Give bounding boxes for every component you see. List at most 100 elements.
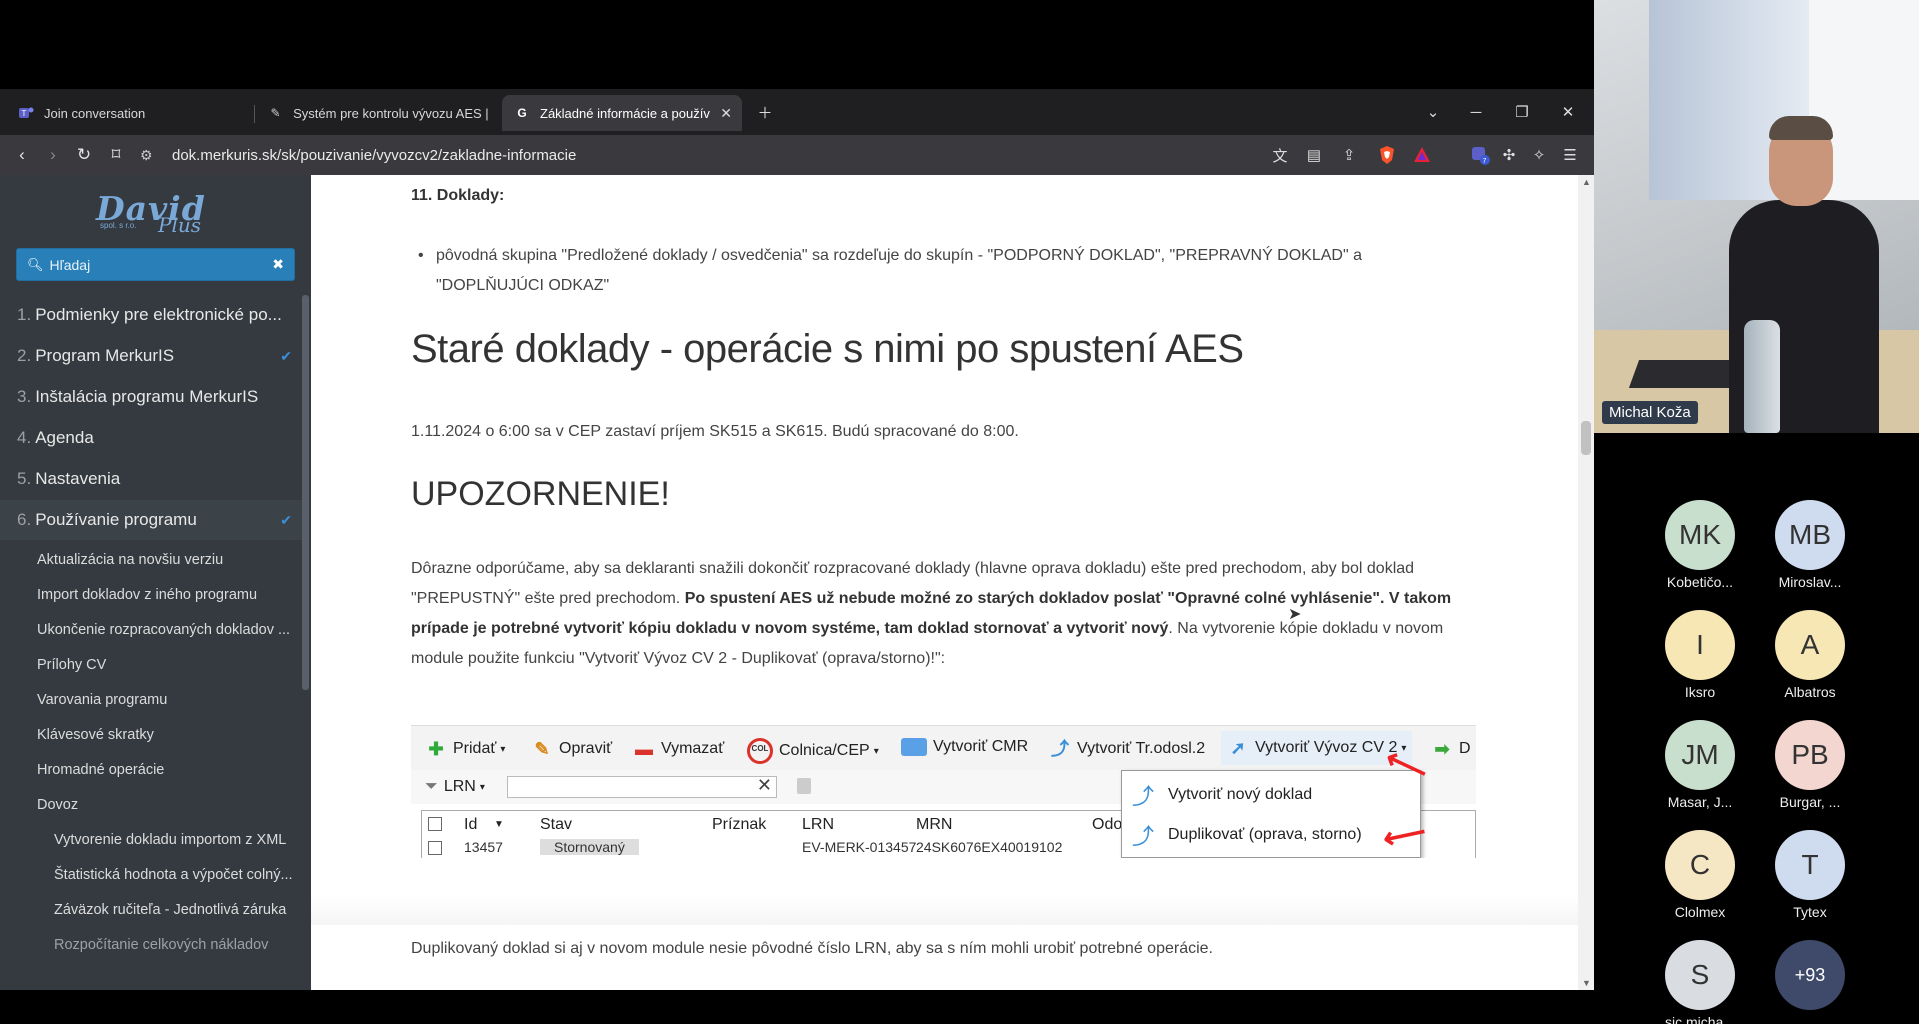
participant-avatar: +93 <box>1775 940 1845 1010</box>
warning-paragraph: Dôrazne odporúčame, aby sa deklaranti sn… <box>411 560 1452 667</box>
sidebar-item-label: Používanie programu <box>35 510 197 529</box>
mouse-cursor-icon: ➤ <box>1288 606 1302 623</box>
sidebar-subitem[interactable]: Import dokladov z iného programu <box>0 578 302 612</box>
share-icon[interactable]: ⇪ <box>1337 143 1361 167</box>
sidebar-subitem[interactable]: Prílohy CV <box>0 648 302 682</box>
participant-avatar: PB <box>1775 720 1845 790</box>
participant-tile[interactable]: T Tytex <box>1755 830 1865 920</box>
minimize-icon[interactable]: ─ <box>1462 99 1490 125</box>
participant-tile[interactable]: I Iksro <box>1645 610 1755 700</box>
sidebar-subsubitem[interactable]: Štatistická hodnota a výpočet colný... <box>0 858 302 892</box>
participant-avatar: MK <box>1665 500 1735 570</box>
extension-badge-icon[interactable]: 7 <box>1469 143 1493 167</box>
teams-icon: T <box>18 105 34 121</box>
restore-icon[interactable]: ❐ <box>1508 99 1536 125</box>
sidebar-item-podmienky[interactable]: 1. Podmienky pre elektronické po... <box>0 295 302 335</box>
participant-avatar: S <box>1665 940 1735 1010</box>
screenshot-colnica-button: COL Colnica/CEP ▾ <box>747 738 879 764</box>
screenshot-toolbar: ✚ Pridať ▾ ✎ Opraviť ▬ Vymazať COL Colnica/CE… <box>411 726 1476 770</box>
reload-icon[interactable]: ↻ <box>72 143 96 167</box>
sidebar-subitem[interactable]: Dovoz <box>0 788 302 822</box>
participant-tile[interactable]: C Clolmex <box>1645 830 1755 920</box>
participant-tile[interactable]: JM Masar, J... <box>1645 720 1755 810</box>
participant-tile[interactable]: Ssic.micha... <box>1645 940 1755 1024</box>
sidebar-item-agenda[interactable]: 4. Agenda <box>0 418 302 458</box>
participant-avatar: T <box>1775 830 1845 900</box>
participant-tile[interactable]: MB Miroslav... <box>1755 500 1865 590</box>
translate-icon[interactable]: 文 <box>1268 143 1292 167</box>
search-icon: 🔍︎ <box>27 256 44 272</box>
close-tab-icon[interactable]: ✕ <box>720 105 732 122</box>
tab-aes-system[interactable]: ✎ Systém pre kontrolu vývozu AES | D <box>256 95 502 131</box>
sidebar-item-pouzivanie[interactable]: 6. Používanie programu ✔ <box>0 500 302 540</box>
participant-tile[interactable]: PB Burgar, ... <box>1755 720 1865 810</box>
sidebar-item-program-merkuris[interactable]: 2. Program MerkurIS ✔ <box>0 336 302 376</box>
menu-hamburger-icon[interactable]: ☰ <box>1558 143 1582 167</box>
tab-join-conversation[interactable]: T Join conversation <box>6 95 254 131</box>
section-divider <box>311 895 1578 925</box>
page-scrollbar[interactable]: ▲ ▼ <box>1578 175 1594 990</box>
david-plus-logo[interactable]: David spol. s r.o. Plus <box>96 189 216 237</box>
warning-heading: UPOZORNENIE! <box>411 475 670 513</box>
arrow-up-icon: ⤴ <box>1051 739 1069 759</box>
sidebar-subitem[interactable]: Ukončenie rozpracovaných dokladov ... <box>0 613 302 647</box>
sidebar-subsubitem[interactable]: Záväzok ručiteľa - Jednotlivá záruka <box>0 893 302 927</box>
screenshot-d-button: ➡ D <box>1431 738 1470 760</box>
forward-icon[interactable]: › <box>41 143 65 167</box>
sidebar-item-instalacia[interactable]: 3. Inštalácia programu MerkurIS <box>0 377 302 417</box>
new-tab-icon[interactable]: ＋ <box>751 99 779 125</box>
brave-rewards-icon[interactable] <box>1410 143 1434 167</box>
participant-tile[interactable]: +93 <box>1755 940 1865 1014</box>
sidebar-search[interactable]: 🔍︎ ✖ <box>16 248 295 281</box>
tab-zakladne-informacie[interactable]: G Základné informácie a používa ✕ <box>502 95 742 131</box>
participant-name: Miroslav... <box>1778 574 1842 590</box>
sidebar-item-label: Nastavenia <box>35 469 121 488</box>
scroll-thumb[interactable] <box>1581 421 1591 455</box>
docs-sidebar: David spol. s r.o. Plus 🔍︎ ✖ 1.Podmienky… <box>0 175 311 990</box>
bookmark-icon[interactable]: ⌑ <box>104 143 128 167</box>
check-icon: ✔ <box>280 511 292 528</box>
sidebar-scrollbar[interactable] <box>302 295 309 690</box>
scroll-down-icon[interactable]: ▼ <box>1582 978 1591 988</box>
address-bar[interactable]: ⚙ dok.merkuris.sk/sk/pouzivanie/vyvozcv2… <box>140 139 1430 171</box>
filter-icon: ⏷ <box>425 778 438 795</box>
screenshot-add-button: ✚ Pridať ▾ <box>425 738 505 760</box>
close-window-icon[interactable]: ✕ <box>1554 99 1582 125</box>
reader-mode-icon[interactable]: ▤ <box>1302 143 1326 167</box>
sidebar-item-label: Inštalácia programu MerkurIS <box>35 387 259 406</box>
sidebar-subitem[interactable]: Varovania programu <box>0 683 302 717</box>
participant-name: sic.micha... <box>1664 1014 1735 1024</box>
svg-text:T: T <box>22 109 27 118</box>
sidebar-subitem[interactable]: Klávesové skratky <box>0 718 302 752</box>
tab-search-chevron-icon[interactable]: ⌄ <box>1419 99 1447 125</box>
sidebar-subsubitem[interactable]: Rozpočítanie celkových nákladov <box>0 928 302 962</box>
leo-ai-icon[interactable]: ✧ <box>1527 143 1551 167</box>
screenshot-delete-button: ▬ Vymazať <box>635 739 725 759</box>
site-settings-icon[interactable]: ⚙ <box>140 147 162 164</box>
google-icon: G <box>517 106 527 120</box>
embedded-screenshot: ✚ Pridať ▾ ✎ Opraviť ▬ Vymazať COL Colnica/CE… <box>411 725 1476 858</box>
green-arrow-icon: ➡ <box>1434 739 1450 759</box>
brave-shields-icon[interactable] <box>1375 143 1399 167</box>
participant-avatar: I <box>1665 610 1735 680</box>
url-text: dok.merkuris.sk/sk/pouzivanie/vyvozcv2/z… <box>172 146 577 164</box>
participant-name: Kobetičo... <box>1666 574 1734 590</box>
tab-strip: T Join conversation ✎ Systém pre kontrol… <box>0 89 1594 135</box>
extensions-puzzle-icon[interactable]: ✣ <box>1497 143 1521 167</box>
sidebar-subitem[interactable]: Aktualizácia na novšiu verziu <box>0 543 302 577</box>
sidebar-item-nastavenia[interactable]: 5. Nastavenia <box>0 459 302 499</box>
tab-title: Join conversation <box>44 105 146 121</box>
back-icon[interactable]: ‹ <box>10 143 34 167</box>
sidebar-subsubitem[interactable]: Vytvorenie dokladu importom z XML <box>0 823 302 857</box>
clear-search-icon[interactable]: ✖ <box>272 256 284 273</box>
scroll-up-icon[interactable]: ▲ <box>1582 177 1591 187</box>
main-content: 11. Doklady: pôvodná skupina "Predložené… <box>311 175 1578 990</box>
paragraph: Duplikovaný doklad si aj v novom module … <box>411 940 1213 957</box>
participant-name: Tytex <box>1793 904 1827 920</box>
search-input[interactable] <box>49 256 270 273</box>
participant-name: Clolmex <box>1674 904 1726 920</box>
checkbox-icon <box>428 817 442 831</box>
participant-tile[interactable]: A Albatros <box>1755 610 1865 700</box>
participant-tile[interactable]: MK Kobetičo... <box>1645 500 1755 590</box>
sidebar-subitem[interactable]: Hromadné operácie <box>0 753 302 787</box>
